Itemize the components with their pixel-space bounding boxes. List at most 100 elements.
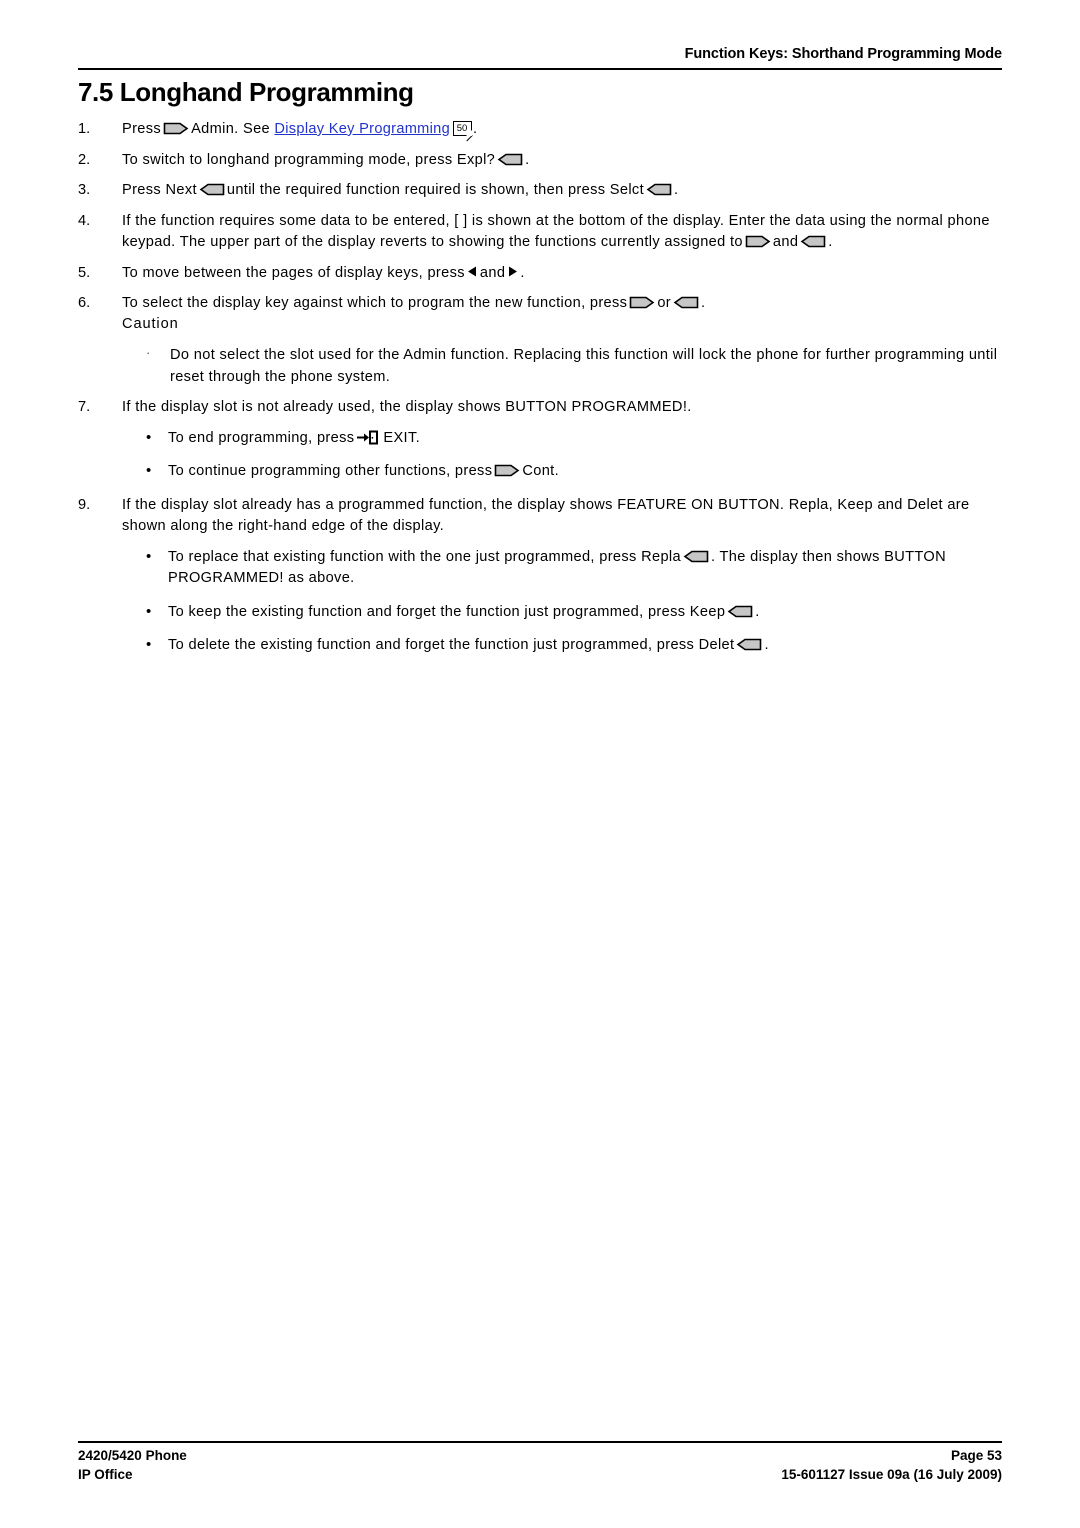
display-key-programming-link[interactable]: Display Key Programming [274, 121, 450, 137]
bullet-text-before: To end programming, press [168, 429, 355, 446]
step-6-text-mid: or [657, 295, 671, 311]
page-reference-badge[interactable]: 50 [453, 121, 473, 136]
step-1-text-after: . [473, 121, 478, 137]
caution-list: · Do not select the slot used for the Ad… [122, 345, 1008, 388]
header-divider [78, 68, 1002, 70]
step-4: 4. If the function requires some data to… [78, 211, 1008, 254]
step-5-number: 5. [78, 264, 91, 281]
page-title: 7.5 Longhand Programming [78, 77, 414, 107]
footer-product-family: IP Office [78, 1467, 133, 1482]
step-1-number: 1. [78, 121, 91, 137]
bullet-text: To delete the existing function and forg… [168, 637, 769, 653]
bullet-icon: • [146, 547, 152, 565]
step-3-text-after: . [674, 182, 679, 198]
step-6-number: 6. [78, 295, 91, 311]
bullet-text-after: . [755, 603, 760, 620]
footer-row-1: 2420/5420 Phone Page 53 [78, 1446, 1002, 1465]
bullet-icon: • [146, 428, 152, 446]
list-item: • To replace that existing function with… [122, 547, 1008, 590]
step-7: 7. If the display slot is not already us… [78, 397, 1008, 483]
page-header: Function Keys: Shorthand Programming Mod… [78, 46, 1002, 63]
step-3-text: Press Next until the required function re… [122, 180, 1008, 202]
caution-heading: Caution [122, 315, 179, 332]
step-3-text-before: Press Next [122, 182, 197, 198]
document-page: Function Keys: Shorthand Programming Mod… [0, 0, 1080, 1528]
bullet-text-before: To delete the existing function and forg… [168, 637, 735, 653]
footer-product-name: 2420/5420 Phone [78, 1448, 187, 1463]
step-9: 9. If the display slot already has a pro… [78, 495, 1008, 657]
step-6-text-before: To select the display key against which … [122, 295, 628, 311]
footer-row-2: IP Office 15-601127 Issue 09a (16 July 2… [78, 1465, 1002, 1484]
exit-door-icon[interactable] [356, 429, 380, 446]
step-1-text: Press Admin. See Display Key Programming 5… [122, 119, 1008, 141]
step-1-text-before: Press [122, 121, 162, 137]
display-key-right-icon[interactable] [745, 234, 771, 249]
page-right-arrow-icon[interactable] [506, 265, 519, 278]
step-2: 2. To switch to longhand programming mod… [78, 150, 1008, 172]
page-footer: 2420/5420 Phone Page 53 IP Office 15-601… [78, 1446, 1002, 1484]
step-5-text-after: . [520, 264, 525, 281]
bullet-text-before: To replace that existing function with t… [168, 548, 681, 565]
step-5-text-before: To move between the pages of display key… [122, 264, 465, 281]
display-key-left-icon[interactable] [646, 182, 672, 197]
step-3-text-mid: until the required function required is … [226, 182, 644, 198]
display-key-left-icon[interactable] [736, 637, 762, 652]
footer-document-id: 15-601127 Issue 09a (16 July 2009) [781, 1467, 1002, 1482]
step-3-number: 3. [78, 182, 91, 198]
step-6: 6. To select the display key against whi… [78, 293, 1008, 388]
bullet-text: To end programming, press EXIT. [168, 430, 420, 446]
step-2-text-after: . [525, 151, 530, 168]
list-item: • To continue programming other function… [122, 461, 1008, 483]
bullet-text-before: To keep the existing function and forget… [168, 603, 726, 620]
footer-page-number: Page 53 [950, 1448, 1002, 1463]
step-7-bullets: • To end programming, press EXIT. • To co… [122, 428, 1008, 483]
bullet-text: To continue programming other functions,… [168, 463, 559, 479]
bullet-text-after: EXIT. [383, 429, 421, 446]
step-2-number: 2. [78, 151, 91, 168]
step-5-text-mid: and [479, 264, 506, 281]
step-9-number: 9. [78, 496, 91, 513]
step-9-bullets: • To replace that existing function with… [122, 547, 1008, 657]
step-6-text-after: . [701, 295, 706, 311]
display-key-right-icon[interactable] [163, 121, 189, 136]
step-7-number: 7. [78, 399, 91, 415]
list-item: • To delete the existing function and fo… [122, 635, 1008, 657]
display-key-left-icon[interactable] [497, 152, 523, 167]
step-1-text-mid: Admin. See [191, 121, 271, 137]
display-key-left-icon[interactable] [683, 549, 709, 564]
caution-text: Do not select the slot used for the Admi… [170, 347, 998, 385]
display-key-left-icon[interactable] [727, 604, 753, 619]
step-5: 5. To move between the pages of display … [78, 263, 1008, 285]
bullet-icon: • [146, 636, 152, 653]
display-key-right-icon[interactable] [629, 295, 655, 310]
step-7-text: If the display slot is not already used,… [122, 399, 692, 415]
bullet-icon: • [146, 462, 152, 479]
header-title: Function Keys: Shorthand Programming Mod… [684, 46, 1002, 62]
step-4-text-mid: and [772, 234, 799, 250]
display-key-right-icon[interactable] [494, 463, 520, 478]
display-key-left-icon[interactable] [800, 234, 826, 249]
display-key-left-icon[interactable] [673, 295, 699, 310]
step-3: 3. Press Next until the required function… [78, 180, 1008, 202]
bullet-text-before: To continue programming other functions,… [168, 463, 493, 479]
display-key-left-icon[interactable] [199, 182, 225, 197]
step-2-text-before: To switch to longhand programming mode, … [122, 151, 496, 168]
step-4-text-after: . [828, 234, 833, 250]
bullet-text-after: Cont. [522, 463, 559, 479]
step-4-text-before: If the function requires some data to be… [122, 212, 990, 251]
page-left-arrow-icon[interactable] [466, 265, 479, 278]
step-4-text: If the function requires some data to be… [122, 211, 1008, 254]
caution-bullet-icon: · [146, 345, 151, 360]
step-9-text: If the display slot already has a progra… [122, 496, 970, 535]
bullet-text: To replace that existing function with t… [168, 549, 946, 587]
bullet-text-after: . [764, 637, 769, 653]
list-item: • To keep the existing function and forg… [122, 602, 1008, 624]
step-2-text: To switch to longhand programming mode, … [122, 150, 1008, 172]
bullet-text: To keep the existing function and forget… [168, 604, 760, 620]
footer-divider [78, 1441, 1002, 1443]
document-body: 1. Press Admin. See Display Key Programmi… [78, 119, 1008, 669]
bullet-icon: • [146, 602, 152, 620]
step-6-text: To select the display key against which … [122, 293, 1008, 315]
caution-item: · Do not select the slot used for the Ad… [122, 345, 1008, 388]
step-1: 1. Press Admin. See Display Key Programmi… [78, 119, 1008, 141]
